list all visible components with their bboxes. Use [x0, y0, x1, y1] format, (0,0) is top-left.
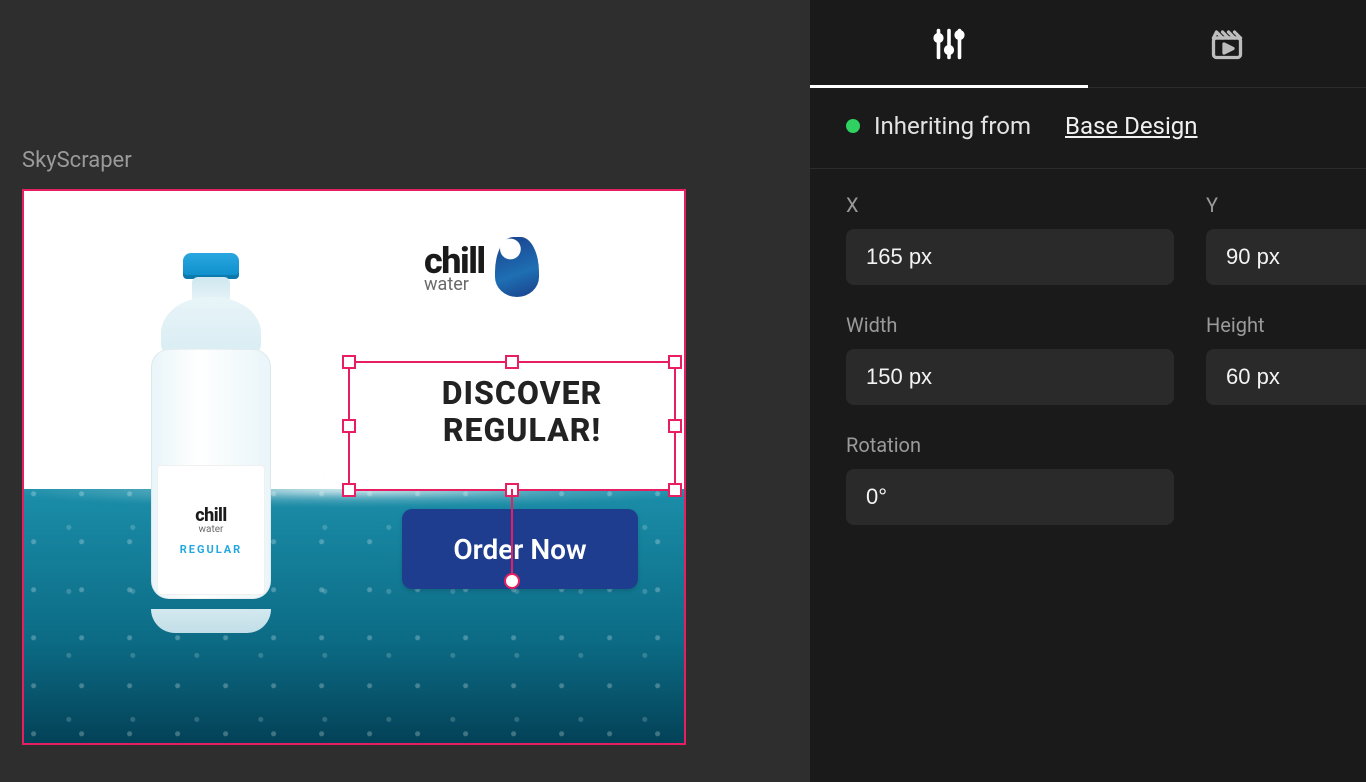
tab-properties[interactable] [810, 0, 1088, 87]
prop-y: Y [1206, 193, 1366, 285]
sliders-icon [931, 26, 967, 62]
resize-handle-top-left[interactable] [342, 355, 356, 369]
inherit-status-dot [846, 119, 860, 133]
canvas-area[interactable]: SkyScraper chill water REGULAR chill wat… [0, 0, 810, 782]
prop-width-input[interactable] [846, 349, 1174, 405]
prop-rotation-input[interactable] [846, 469, 1174, 525]
prop-x-label: X [846, 193, 1174, 217]
panel-tabs [810, 0, 1366, 88]
prop-height-label: Height [1206, 313, 1366, 337]
prop-x: X [846, 193, 1174, 285]
inheritance-row: Inheriting from Base Design [810, 88, 1366, 169]
artboard-skyscraper[interactable]: chill water REGULAR chill water DISCOVER… [22, 189, 686, 745]
headline-line-2: REGULAR! [443, 411, 601, 449]
prop-height: Height [1206, 313, 1366, 405]
properties-panel: Inheriting from Base Design X Y Width He… [810, 0, 1366, 782]
headline-text[interactable]: DISCOVER REGULAR! [402, 375, 642, 449]
logo: chill water [424, 237, 539, 297]
prop-rotation: Rotation [846, 433, 1174, 525]
bottle-brand: chill [195, 505, 227, 526]
inherit-prefix: Inheriting from [874, 112, 1031, 140]
clapperboard-icon [1209, 26, 1245, 62]
resize-handle-left[interactable] [342, 419, 356, 433]
inherit-source-link[interactable]: Base Design [1065, 112, 1198, 140]
prop-width-label: Width [846, 313, 1174, 337]
resize-handle-top-right[interactable] [668, 355, 682, 369]
resize-handle-top[interactable] [505, 355, 519, 369]
prop-x-input[interactable] [846, 229, 1174, 285]
headline-line-1: DISCOVER [442, 374, 603, 412]
properties-grid: X Y Width Height Rotation [810, 169, 1366, 549]
resize-handle-right[interactable] [668, 419, 682, 433]
cta-button[interactable]: Order Now [402, 509, 638, 589]
bottle-subbrand: water [199, 524, 224, 535]
prop-height-input[interactable] [1206, 349, 1366, 405]
bottle-image: chill water REGULAR [138, 253, 284, 633]
prop-y-label: Y [1206, 193, 1366, 217]
prop-rotation-label: Rotation [846, 433, 1174, 457]
prop-y-input[interactable] [1206, 229, 1366, 285]
bottle-variant: REGULAR [180, 543, 242, 556]
prop-width: Width [846, 313, 1174, 405]
water-drop-icon [495, 237, 539, 297]
tab-animation[interactable] [1088, 0, 1366, 87]
artboard-label: SkyScraper [22, 148, 788, 173]
